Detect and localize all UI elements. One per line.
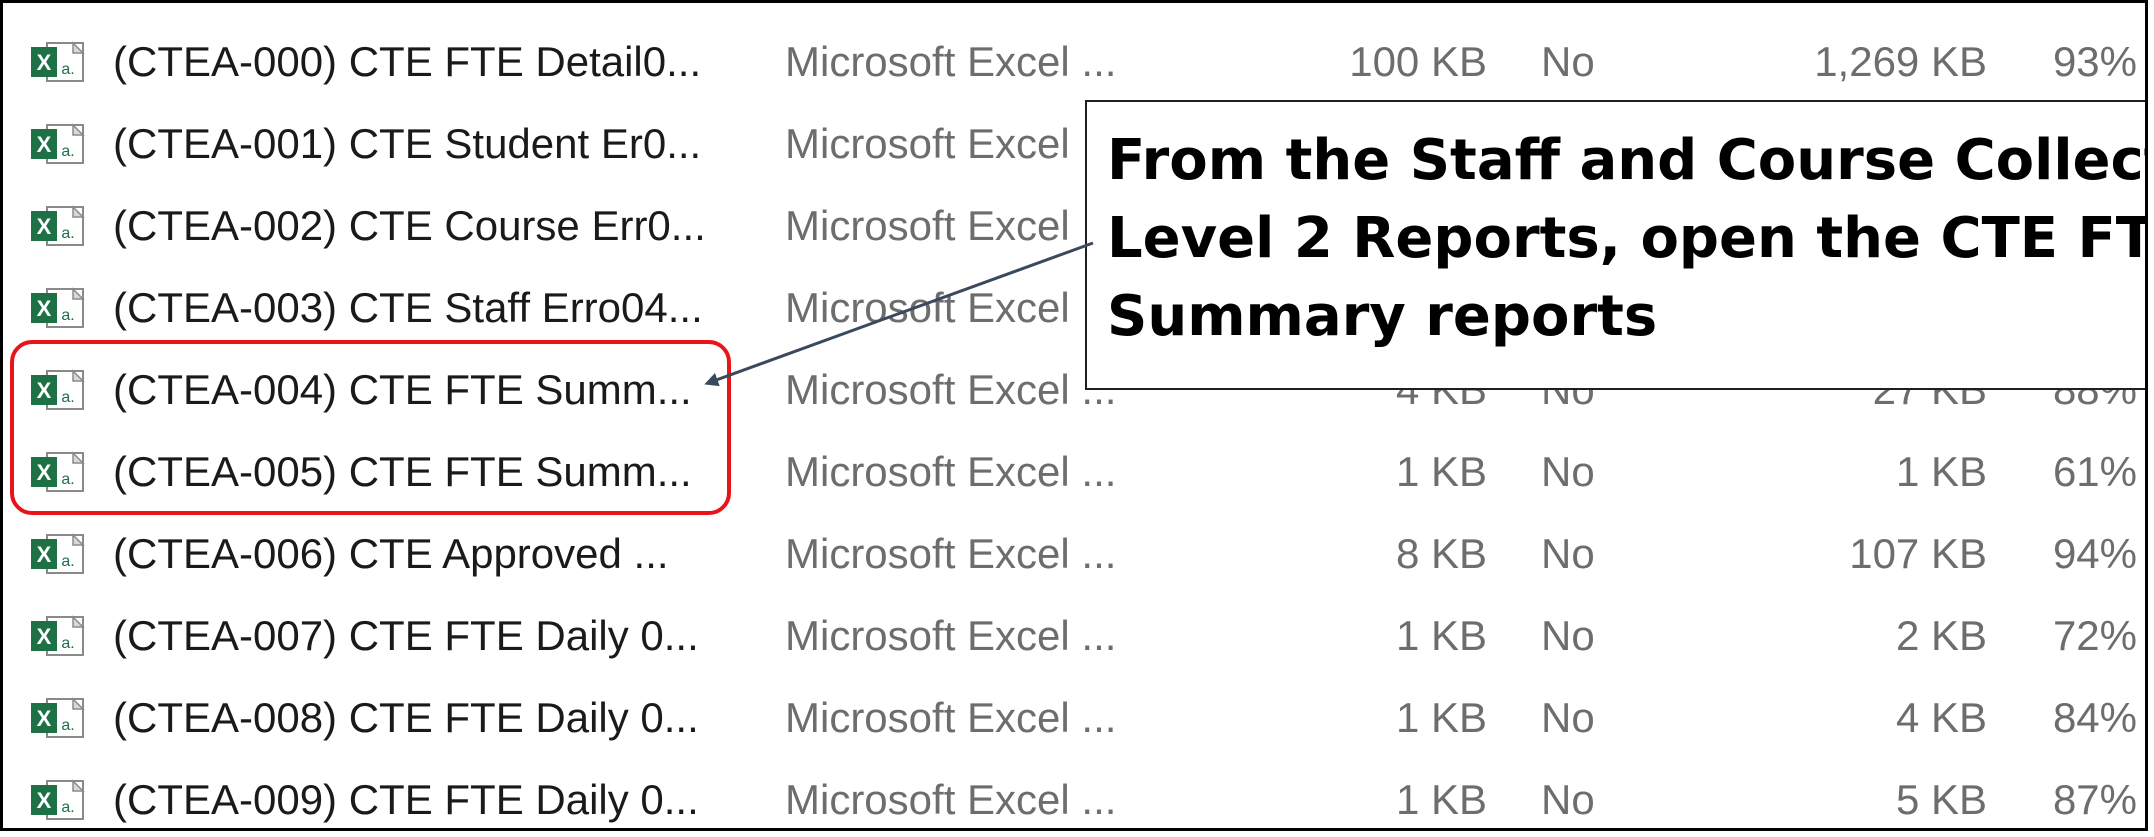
file-name: (CTEA-002) CTE Course Err0... <box>113 202 706 249</box>
file-size: 1 KB <box>1395 776 1487 823</box>
excel-file-icon: Xa. <box>31 615 85 656</box>
file-row[interactable]: Xa. (CTEA-000) CTE FTE Detail0... Microsof… <box>3 21 2145 103</box>
file-original-size: 5 KB <box>1895 776 1987 823</box>
svg-text:a.: a. <box>61 143 74 160</box>
file-size: 1 KB <box>1395 448 1487 495</box>
file-size: 1 KB <box>1395 694 1487 741</box>
file-row[interactable]: Xa. (CTEA-007) CTE FTE Daily 0... Microsof… <box>3 595 2145 677</box>
svg-text:X: X <box>37 542 52 567</box>
file-type: Microsoft Excel ... <box>785 776 1117 823</box>
file-ratio: 93% <box>2052 38 2137 85</box>
file-ratio: 84% <box>2052 694 2137 741</box>
svg-text:X: X <box>37 624 52 649</box>
instruction-callout: From the Staff and Course Collection Lev… <box>1085 100 2148 390</box>
file-name: (CTEA-000) CTE FTE Detail0... <box>113 38 702 85</box>
excel-file-icon: Xa. <box>31 41 85 82</box>
file-compressed: No <box>1541 448 1595 495</box>
file-original-size: 1 KB <box>1895 448 1987 495</box>
svg-text:a.: a. <box>61 553 74 570</box>
svg-text:X: X <box>37 296 52 321</box>
file-row[interactable]: Xa. (CTEA-008) CTE FTE Daily 0... Microsof… <box>3 677 2145 759</box>
file-original-size: 1,269 KB <box>1814 38 1987 85</box>
file-name: (CTEA-003) CTE Staff Erro04... <box>113 284 703 331</box>
file-type: Microsoft Excel ... <box>785 366 1117 413</box>
file-name: (CTEA-007) CTE FTE Daily 0... <box>113 612 699 659</box>
svg-text:X: X <box>37 50 52 75</box>
svg-text:a.: a. <box>61 307 74 324</box>
file-ratio: 94% <box>2052 530 2137 577</box>
excel-file-icon: Xa. <box>31 779 85 820</box>
excel-file-icon: Xa. <box>31 205 85 246</box>
svg-text:X: X <box>37 788 52 813</box>
file-type: Microsoft Excel ... <box>785 284 1117 331</box>
excel-file-icon: Xa. <box>31 123 85 164</box>
svg-text:X: X <box>37 132 52 157</box>
callout-line-3: Summary reports <box>1107 284 1658 349</box>
svg-text:a.: a. <box>61 61 74 78</box>
file-size: 8 KB <box>1395 530 1487 577</box>
file-compressed: No <box>1541 612 1595 659</box>
file-ratio: 87% <box>2052 776 2137 823</box>
file-compressed: No <box>1541 776 1595 823</box>
file-size: 100 KB <box>1349 38 1487 85</box>
file-type: Microsoft Excel ... <box>785 530 1117 577</box>
svg-text:X: X <box>37 214 52 239</box>
svg-text:X: X <box>37 706 52 731</box>
file-original-size: 107 KB <box>1849 530 1987 577</box>
file-size: 1 KB <box>1395 612 1487 659</box>
callout-line-1: From the Staff and Course Collection <box>1107 128 2145 193</box>
svg-text:a.: a. <box>61 799 74 816</box>
highlight-box <box>10 340 731 515</box>
file-name: (CTEA-009) CTE FTE Daily 0... <box>113 776 699 823</box>
file-type: Microsoft Excel ... <box>785 38 1117 85</box>
file-original-size: 2 KB <box>1895 612 1987 659</box>
svg-text:a.: a. <box>61 717 74 734</box>
excel-file-icon: Xa. <box>31 287 85 328</box>
file-ratio: 61% <box>2052 448 2137 495</box>
callout-line-2: Level 2 Reports, open the CTE FTE <box>1107 206 2148 271</box>
file-name: (CTEA-006) CTE Approved ... <box>113 530 669 577</box>
file-type: Microsoft Excel ... <box>785 120 1117 167</box>
file-row[interactable]: Xa. (CTEA-009) CTE FTE Daily 0... Microsof… <box>3 759 2145 828</box>
file-compressed: No <box>1541 530 1595 577</box>
file-original-size: 4 KB <box>1895 694 1987 741</box>
file-compressed: No <box>1541 694 1595 741</box>
file-list-window: Xa. (CTEA-000) CTE FTE Detail0... Microsof… <box>0 0 2148 831</box>
file-type: Microsoft Excel ... <box>785 448 1117 495</box>
file-type: Microsoft Excel ... <box>785 202 1117 249</box>
file-ratio: 72% <box>2052 612 2137 659</box>
file-name: (CTEA-008) CTE FTE Daily 0... <box>113 694 699 741</box>
excel-file-icon: Xa. <box>31 697 85 738</box>
file-compressed: No <box>1541 38 1595 85</box>
file-name: (CTEA-001) CTE Student Er0... <box>113 120 702 167</box>
file-type: Microsoft Excel ... <box>785 694 1117 741</box>
svg-text:a.: a. <box>61 635 74 652</box>
svg-text:a.: a. <box>61 225 74 242</box>
file-row[interactable]: Xa. (CTEA-006) CTE Approved ... Microsoft … <box>3 513 2145 595</box>
excel-file-icon: Xa. <box>31 533 85 574</box>
file-type: Microsoft Excel ... <box>785 612 1117 659</box>
